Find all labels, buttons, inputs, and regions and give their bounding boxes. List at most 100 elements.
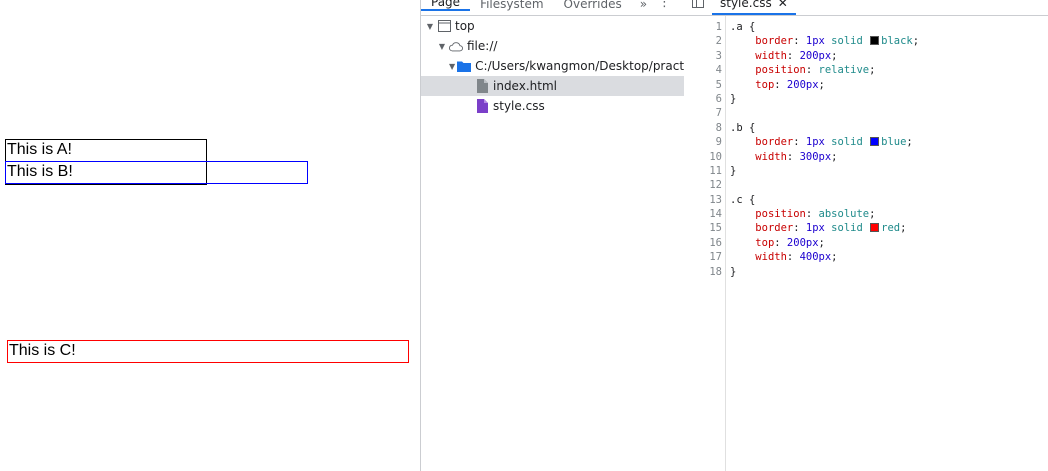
more-tabs-button[interactable]: » (632, 0, 655, 11)
code-line[interactable]: 3 width: 200px; (684, 49, 1048, 63)
semicolon: ; (900, 222, 907, 235)
css-color-name: blue (881, 136, 907, 149)
cloud-icon (449, 39, 463, 53)
frame-icon (437, 19, 451, 33)
css-number: 200px (786, 236, 819, 249)
tree-item-label: top (455, 19, 475, 33)
semicolon: ; (818, 78, 825, 91)
css-property: border (755, 222, 794, 235)
semicolon: ; (831, 150, 838, 163)
color-swatch-icon[interactable] (870, 137, 880, 147)
selector-text: } (730, 92, 737, 105)
kebab-menu-icon[interactable]: ⋮ (658, 0, 671, 10)
code-line[interactable]: 8 .b { (684, 121, 1048, 135)
line-number: 15 (709, 222, 722, 235)
css-color-name: black (881, 35, 913, 48)
code-lines[interactable]: 1 .a {2 border: 1px solid black; 3 width: … (684, 20, 1048, 279)
code-line[interactable]: 9 border: 1px solid blue; (684, 135, 1048, 149)
semicolon: ; (831, 49, 838, 62)
line-number: 18 (709, 265, 722, 278)
code-text: width: 300px; (755, 150, 838, 163)
code-line[interactable]: 12 (684, 178, 1048, 192)
semicolon: ; (912, 35, 920, 48)
code-line[interactable]: 10 width: 300px; (684, 150, 1048, 164)
toggle-navigator-icon[interactable] (692, 0, 704, 8)
css-property: position (755, 64, 806, 77)
folder-icon (457, 59, 472, 73)
tree-item-style-css[interactable]: ▼ style.css (421, 96, 684, 116)
expand-arrow-icon[interactable]: ▼ (425, 22, 435, 31)
editor-tabs: style.css ✕ (684, 0, 1048, 16)
code-line[interactable]: 7 (684, 106, 1048, 120)
code-line[interactable]: 15 border: 1px solid red; (684, 221, 1048, 235)
code-line[interactable]: 17 width: 400px; (684, 250, 1048, 264)
code-text: width: 400px; (755, 251, 838, 264)
css-property: top (755, 236, 775, 249)
tree-item-top[interactable]: ▼ top (421, 16, 684, 36)
code-line[interactable]: 11} (684, 164, 1048, 178)
selector-text: .a { (730, 21, 756, 33)
html-file-icon (475, 79, 489, 93)
tree-item-folder[interactable]: ▼ C:/Users/kwangmon/Desktop/practice (421, 56, 701, 76)
semicolon: ; (869, 208, 876, 221)
expand-arrow-icon[interactable]: ▼ (437, 42, 447, 51)
css-property: top (755, 78, 775, 91)
selector-text: } (730, 164, 737, 177)
code-line[interactable]: 14 position: absolute; (684, 207, 1048, 221)
expand-arrow-icon[interactable]: ▼ (449, 62, 455, 71)
tree-item-file-scheme[interactable]: ▼ file:// (421, 36, 684, 56)
css-property: position (755, 208, 806, 221)
code-line[interactable]: 1 .a { (684, 20, 1048, 34)
selector-text: } (730, 265, 737, 278)
line-number: 3 (715, 49, 722, 62)
css-property: border (755, 136, 794, 149)
css-property: width (755, 251, 787, 264)
css-property: width (755, 150, 787, 163)
css-number: 1px (805, 222, 825, 235)
tab-filesystem[interactable]: Filesystem (470, 0, 553, 11)
css-keyword: relative (818, 64, 870, 77)
code-text: } (730, 164, 736, 178)
tree-item-label: index.html (493, 79, 557, 93)
line-number: 4 (715, 64, 722, 77)
css-number: 400px (799, 251, 832, 264)
css-property: border (755, 35, 794, 48)
semicolon: ; (818, 236, 825, 249)
line-number: 11 (709, 164, 722, 177)
file-tab-label: style.css (720, 0, 772, 10)
code-text: border: 1px solid red; (755, 222, 907, 235)
file-tree: ▼ top ▼ file:// ▼ C:/Users/kwangmon/Desk… (421, 16, 701, 116)
color-swatch-icon[interactable] (870, 223, 880, 233)
navigator-tabs: Page Filesystem Overrides » ⋮ (421, 0, 684, 16)
line-number: 7 (715, 107, 722, 120)
css-keyword: solid (824, 35, 870, 48)
line-number: 13 (709, 193, 722, 206)
code-line[interactable]: 6} (684, 92, 1048, 106)
css-file-icon (475, 99, 489, 113)
color-swatch-icon[interactable] (870, 36, 880, 46)
code-line[interactable]: 2 border: 1px solid black; (684, 34, 1048, 48)
code-text: top: 200px; (755, 236, 825, 249)
close-icon[interactable]: ✕ (778, 0, 788, 10)
code-line[interactable]: 18} (684, 265, 1048, 279)
css-number: 1px (805, 35, 825, 48)
css-keyword: solid (824, 136, 870, 149)
tab-page[interactable]: Page (421, 0, 471, 11)
code-line[interactable]: 16 top: 200px; (684, 236, 1048, 250)
code-line[interactable]: 5 top: 200px; (684, 78, 1048, 92)
code-text: position: absolute; (755, 208, 876, 221)
line-number: 9 (715, 136, 722, 149)
code-text: border: 1px solid blue; (755, 136, 913, 149)
code-line[interactable]: 13 .c { (684, 193, 1048, 207)
tab-overrides[interactable]: Overrides (554, 0, 632, 11)
code-text: width: 200px; (755, 49, 838, 62)
tree-item-index-html[interactable]: ▼ index.html (421, 76, 684, 96)
line-number: 17 (709, 251, 722, 264)
code-line[interactable]: 4 position: relative; (684, 63, 1048, 77)
css-keyword: solid (824, 222, 870, 235)
css-number: 200px (786, 78, 819, 91)
css-number: 1px (805, 136, 825, 149)
tab-style-css[interactable]: style.css ✕ (712, 0, 796, 15)
code-text: .c { (730, 193, 755, 207)
semicolon: ; (906, 136, 913, 149)
